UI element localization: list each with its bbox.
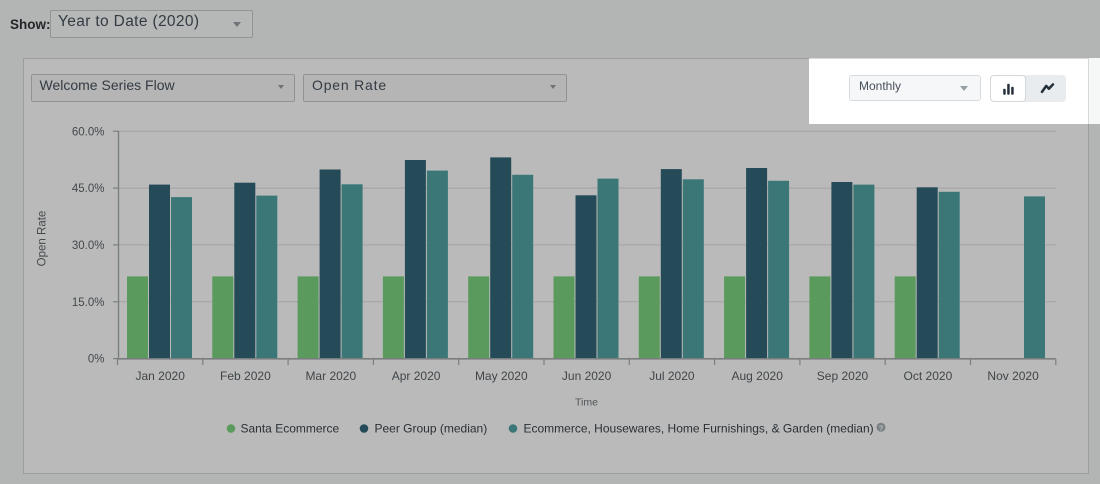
svg-text:Ecommerce, Housewares, Home Fu: Ecommerce, Housewares, Home Furnishings,… bbox=[524, 422, 874, 436]
svg-text:Nov 2020: Nov 2020 bbox=[987, 369, 1039, 383]
svg-text:60.0%: 60.0% bbox=[72, 126, 105, 138]
svg-text:Sep 2020: Sep 2020 bbox=[817, 369, 869, 383]
svg-text:Santa Ecommerce: Santa Ecommerce bbox=[241, 422, 340, 436]
svg-text:30.0%: 30.0% bbox=[72, 240, 105, 252]
svg-text:Apr 2020: Apr 2020 bbox=[392, 369, 441, 383]
svg-text:Peer Group (median): Peer Group (median) bbox=[375, 422, 488, 436]
svg-text:Aug 2020: Aug 2020 bbox=[732, 369, 784, 383]
svg-text:Jan 2020: Jan 2020 bbox=[136, 369, 186, 383]
svg-text:Time: Time bbox=[575, 397, 598, 409]
svg-text:Jun 2020: Jun 2020 bbox=[562, 369, 612, 383]
svg-text:15.0%: 15.0% bbox=[72, 297, 105, 309]
svg-text:May 2020: May 2020 bbox=[475, 369, 528, 383]
svg-text:Jul 2020: Jul 2020 bbox=[649, 369, 695, 383]
svg-text:0%: 0% bbox=[88, 354, 105, 366]
svg-text:?: ? bbox=[879, 423, 884, 432]
svg-text:45.0%: 45.0% bbox=[72, 183, 105, 195]
svg-text:Open Rate: Open Rate bbox=[37, 211, 49, 267]
svg-text:Oct 2020: Oct 2020 bbox=[904, 369, 953, 383]
svg-text:Feb 2020: Feb 2020 bbox=[220, 369, 271, 383]
svg-text:Mar 2020: Mar 2020 bbox=[305, 369, 356, 383]
